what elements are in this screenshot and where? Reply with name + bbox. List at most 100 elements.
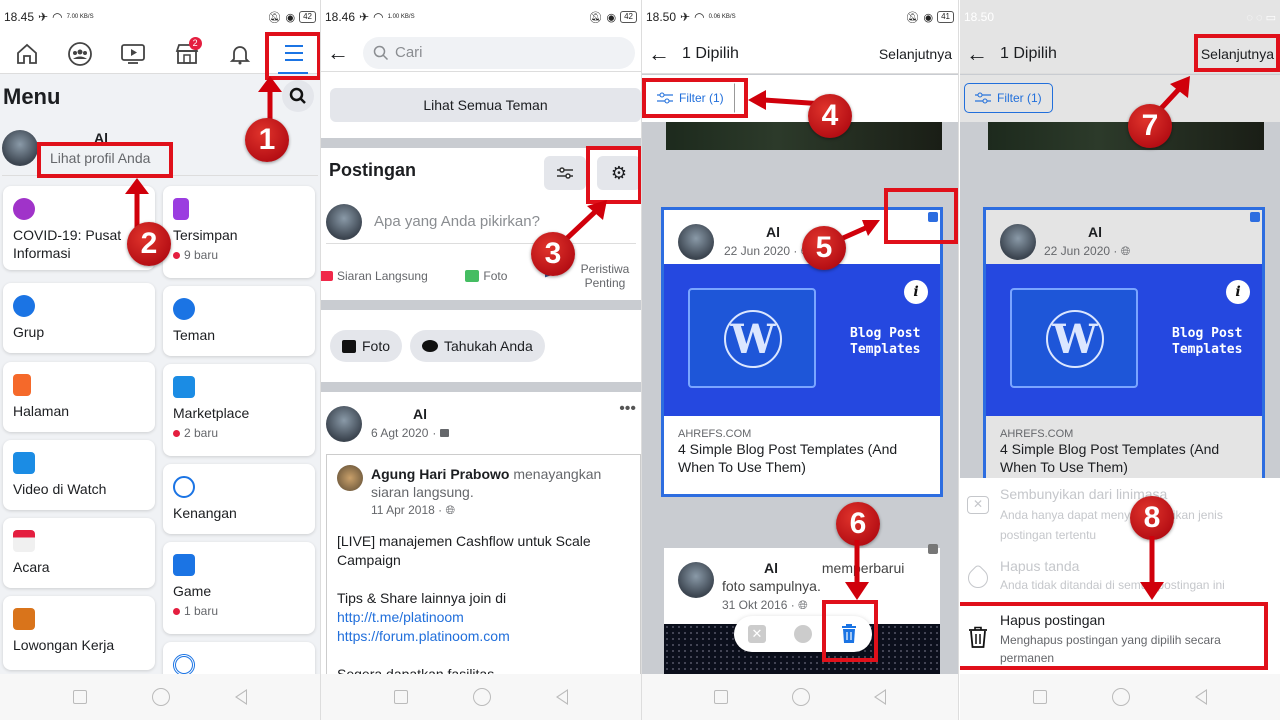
marketplace-tab[interactable]: 2 — [172, 36, 202, 69]
status-time: 18.46 — [325, 10, 356, 24]
back-button[interactable] — [874, 689, 886, 705]
back-arrow-icon[interactable]: ← — [966, 41, 988, 67]
photo-button[interactable]: Foto — [465, 269, 507, 283]
filter-button[interactable]: Filter (1) — [964, 83, 1053, 113]
more-options-icon[interactable]: ••• — [619, 400, 636, 418]
forum-link[interactable]: https://forum.platinoom.com — [337, 627, 630, 646]
remove-tag-option[interactable]: Hapus tanda Anda tidak ditandai di semua … — [960, 558, 1280, 593]
link-title: 4 Simple Blog Post Templates (And When T… — [678, 441, 898, 475]
photo-chip[interactable]: Foto — [330, 330, 403, 362]
previous-post-image — [988, 122, 1264, 150]
hide-x-icon[interactable]: ✕ — [748, 625, 766, 643]
sliders-icon — [975, 92, 991, 104]
back-button[interactable] — [1195, 689, 1208, 705]
menu-search-button[interactable] — [282, 80, 314, 112]
photo-icon — [465, 270, 480, 282]
speech-bubble-icon — [422, 340, 438, 352]
groups-tab[interactable] — [65, 39, 95, 69]
search-input[interactable]: Cari — [363, 36, 635, 69]
see-all-friends-button[interactable]: Lihat Semua Teman — [330, 88, 641, 122]
card-label: Acara — [13, 559, 50, 575]
status-bar: 18.45 ✈ ◠ 7.00 KB/S 🔕︎ ◉ 42 — [0, 0, 320, 34]
lock-rotation-icon: ◉ — [923, 11, 934, 24]
card-kenangan[interactable]: Kenangan — [163, 464, 315, 534]
info-icon[interactable]: i — [904, 280, 928, 304]
did-you-know-chip[interactable]: Tahukah Anda — [410, 330, 545, 362]
avatar — [2, 130, 38, 166]
image-caption: Blog Post Templates — [1172, 326, 1243, 357]
card-badge: 2 baru — [173, 426, 305, 440]
image-caption: Blog Post Templates — [850, 326, 921, 357]
watch-tv-icon — [13, 452, 35, 474]
live-video-button[interactable]: Siaran Langsung — [321, 269, 428, 283]
remove-tag-icon[interactable] — [794, 625, 812, 643]
option-desc: Anda tidak ditandai di semua postingan i… — [1000, 578, 1225, 592]
card-acara[interactable]: Acara — [3, 518, 155, 588]
recent-apps-button[interactable] — [393, 690, 408, 704]
selected-checkbox[interactable] — [1250, 212, 1260, 222]
home-button[interactable] — [151, 688, 170, 706]
wordpress-logo-icon: W — [1046, 310, 1104, 368]
post-author: Al — [1088, 224, 1102, 240]
back-arrow-icon[interactable]: ← — [648, 41, 670, 67]
unselected-checkbox[interactable] — [928, 544, 938, 554]
airplane-icon: ✈ — [38, 10, 49, 24]
notifications-tab[interactable] — [225, 39, 255, 69]
card-halaman[interactable]: Halaman — [3, 362, 155, 432]
card-game[interactable]: Game 1 baru — [163, 542, 315, 634]
filter-posts-button[interactable] — [544, 156, 586, 190]
post-action-2: foto sampulnya. — [722, 578, 821, 594]
avatar — [326, 406, 362, 442]
previous-post-image — [666, 122, 942, 150]
watch-tab[interactable] — [118, 39, 148, 69]
step-badge-4: 4 — [808, 94, 852, 138]
card-sub: 9 baru — [184, 248, 219, 262]
search-placeholder: Cari — [395, 44, 423, 61]
home-tab[interactable] — [12, 39, 42, 69]
card-video-watch[interactable]: Video di Watch — [3, 440, 155, 510]
recent-apps-button[interactable] — [1032, 690, 1047, 704]
status-bar: 18.50 ◌ ◌ ▭ — [960, 0, 1280, 34]
selection-header: ← 1 Dipilih Selanjutnya — [642, 34, 958, 74]
marketplace-badge: 2 — [188, 36, 202, 50]
post-composer[interactable]: Apa yang Anda pikirkan? — [326, 200, 636, 244]
back-arrow-icon[interactable]: ← — [327, 40, 355, 66]
card-tersimpan[interactable]: Tersimpan 9 baru — [163, 186, 315, 278]
back-button[interactable] — [556, 689, 569, 705]
home-button[interactable] — [1111, 688, 1130, 706]
recent-apps-button[interactable] — [714, 690, 728, 704]
card-grup[interactable]: Grup — [3, 283, 155, 353]
hide-from-timeline-option[interactable]: ✕ Sembunyikan dari linimasa Anda hanya da… — [960, 486, 1280, 545]
telegram-link[interactable]: http://t.me/platinoom — [337, 608, 630, 627]
shared-post[interactable]: Agung Hari Prabowo menayangkan siaran la… — [326, 454, 641, 682]
wifi-icon: ◠ — [694, 10, 705, 24]
step-badge-2: 2 — [127, 222, 171, 266]
shared-author[interactable]: Agung Hari Prabowo — [371, 466, 509, 482]
card-teman[interactable]: Teman — [163, 286, 315, 356]
post-date: 6 Agt 2020 — [371, 426, 429, 440]
step-badge-6: 6 — [836, 502, 880, 546]
post-author: Al — [766, 224, 780, 240]
post-card[interactable]: Al memperbarui foto sampulnya. 31 Okt 20… — [664, 544, 940, 678]
post-author[interactable]: Al — [413, 406, 427, 422]
card-marketplace[interactable]: Marketplace 2 baru — [163, 364, 315, 456]
card-lowongan[interactable]: Lowongan Kerja — [3, 596, 155, 670]
highlight-menu — [265, 32, 320, 80]
home-icon — [16, 43, 37, 64]
link-preview: AHREFS.COM 4 Simple Blog Post Templates … — [986, 420, 1262, 484]
back-button[interactable] — [235, 689, 248, 705]
selected-post-card[interactable]: Al 22 Jun 2020 · 🌐︎ W i Blog PostTemplat… — [983, 207, 1265, 493]
info-icon[interactable]: i — [1226, 280, 1250, 304]
home-button[interactable] — [792, 688, 810, 706]
filter-bar: Filter (1) — [960, 75, 1280, 122]
android-nav-bar — [642, 674, 958, 720]
recent-apps-button[interactable] — [72, 690, 87, 704]
chip-label: Foto — [362, 338, 391, 354]
highlight-checkbox — [884, 188, 958, 244]
home-button[interactable] — [472, 688, 491, 706]
next-button[interactable]: Selanjutnya — [879, 46, 952, 62]
battery-level: 41 — [937, 11, 954, 23]
memories-clock-icon — [173, 476, 195, 498]
network-speed: 0.06 KB/S — [708, 14, 736, 20]
network-speed: 7.00 KB/S — [66, 14, 94, 20]
